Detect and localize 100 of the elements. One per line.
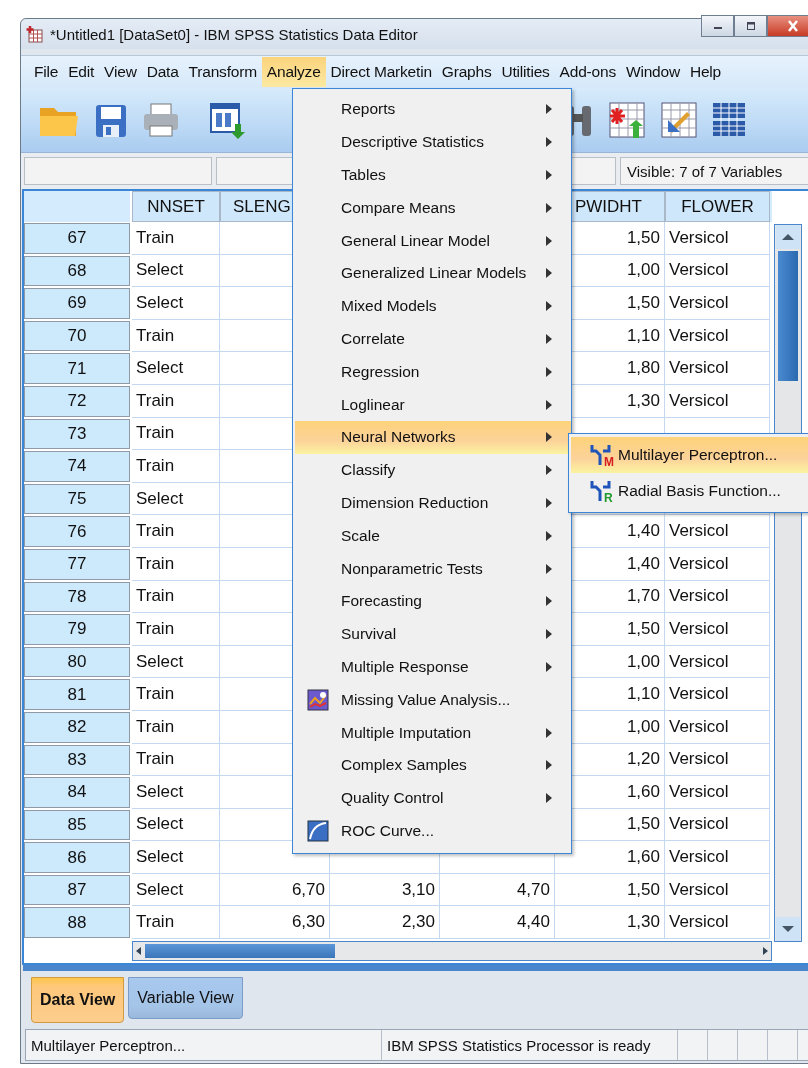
menu-item[interactable]: Graphs [436, 57, 497, 87]
menu-item[interactable]: View [99, 57, 142, 87]
scroll-thumb[interactable] [145, 944, 335, 959]
submenu-arrow-icon [545, 169, 553, 181]
submenu-arrow-icon [545, 365, 553, 378]
table-cell: 6,70 [220, 873, 330, 907]
table-cell: Versicol [665, 808, 770, 842]
row-number[interactable]: 79 [24, 614, 130, 645]
scroll-thumb[interactable] [778, 251, 798, 381]
table-cell: Train [132, 222, 220, 255]
row-number[interactable]: 85 [24, 809, 130, 841]
variables-info: Visible: 7 of 7 Variables [620, 157, 808, 185]
table-cell: Versicol [665, 710, 770, 744]
view-tab[interactable]: Data View [31, 977, 125, 1023]
menu-item[interactable]: Edit [63, 57, 100, 87]
row-number[interactable]: 86 [24, 842, 130, 873]
window-title: *Untitled1 [DataSet0] - IBM SPSS Statistics Data Editor [50, 25, 418, 43]
row-number[interactable]: 81 [24, 679, 130, 710]
table-cell: 4,40 [440, 906, 555, 940]
table-cell: Select [132, 841, 220, 874]
submenu-arrow-icon [545, 562, 553, 575]
table-cell: Versicol [665, 254, 770, 288]
menu-item[interactable]: Analyze [261, 57, 326, 87]
menu-item[interactable]: Add-ons [554, 57, 621, 87]
row-number[interactable]: 84 [24, 777, 130, 808]
column-header[interactable]: FLOWER [665, 191, 770, 222]
maximize-button[interactable] [734, 15, 767, 37]
table-cell: Versicol [665, 841, 770, 874]
table-cell: Versicol [665, 287, 770, 320]
row-number[interactable]: 83 [24, 744, 130, 776]
menu-item[interactable]: Help [684, 57, 726, 87]
column-header[interactable]: NNSET [132, 191, 220, 222]
menu-item[interactable]: Data [141, 57, 184, 87]
menu-item[interactable]: R Radial Basis Function... [571, 473, 808, 509]
menu-item[interactable]: File [29, 57, 64, 87]
dialog-icon[interactable] [207, 100, 247, 140]
row-number[interactable]: 77 [24, 548, 130, 580]
table-cell: Select [132, 254, 220, 288]
app-icon [25, 25, 43, 43]
table-cell: Versicol [665, 352, 770, 385]
row-number[interactable]: 78 [24, 581, 130, 613]
scroll-down-icon[interactable] [776, 917, 800, 941]
menu-item[interactable]: Descriptive Statistics [295, 125, 571, 159]
row-number[interactable]: 72 [24, 385, 130, 417]
submenu-arrow-icon [545, 595, 553, 608]
menu-item[interactable]: Classify [295, 453, 571, 487]
menu-item[interactable]: Transform [183, 57, 262, 87]
maximize-icon [744, 21, 757, 31]
menu-item[interactable]: Window [620, 57, 685, 87]
submenu-arrow-icon [545, 201, 553, 214]
table-cell: Train [132, 678, 220, 711]
table-cell: 6,30 [220, 906, 330, 940]
curve-chart-icon [307, 819, 329, 842]
row-number[interactable]: 68 [24, 255, 130, 287]
row-number[interactable]: 70 [24, 320, 130, 352]
minimize-button[interactable] [701, 15, 734, 37]
row-number[interactable]: 73 [24, 418, 130, 450]
menu-item[interactable]: Utilities [496, 57, 555, 87]
row-number[interactable]: 82 [24, 711, 130, 743]
table-cell: Train [132, 906, 220, 940]
row-number[interactable]: 76 [24, 516, 130, 547]
submenu-arrow-icon [545, 759, 553, 772]
table-cell: Select [132, 352, 220, 385]
submenu-arrow-icon [545, 431, 553, 444]
submenu-arrow-icon [545, 628, 553, 641]
row-number[interactable]: 69 [24, 288, 130, 319]
menu-item[interactable]: Reports [295, 93, 571, 126]
horizontal-scrollbar[interactable] [132, 941, 772, 962]
close-button[interactable] [767, 15, 808, 37]
submenu-arrow-icon [545, 234, 553, 247]
row-number[interactable]: 80 [24, 646, 130, 678]
row-number[interactable]: 74 [24, 451, 130, 482]
scroll-up-icon[interactable] [776, 225, 800, 249]
menu-item[interactable]: Neural Networks [295, 420, 571, 454]
table-star-icon[interactable] [607, 100, 647, 140]
menu-item[interactable]: Direct Marketin [325, 57, 437, 87]
status-text: IBM SPSS Statistics Processor is ready [382, 1030, 678, 1060]
table-pencil-icon[interactable] [659, 100, 699, 140]
table-cell: Select [132, 808, 220, 842]
submenu-arrow-icon [545, 398, 553, 411]
table-cell: Versicol [665, 384, 770, 418]
submenu-arrow-icon [545, 136, 553, 149]
row-number[interactable]: 71 [24, 353, 130, 384]
row-number[interactable]: 67 [24, 223, 130, 254]
table-cell: Versicol [665, 873, 770, 907]
printer-icon[interactable] [141, 100, 181, 140]
view-tab[interactable]: Variable View [128, 977, 243, 1019]
menu-item[interactable]: M Multilayer Perceptron... [571, 437, 808, 473]
table-cell: Train [132, 515, 220, 548]
table-cell: Versicol [665, 613, 770, 646]
row-number[interactable]: 87 [24, 874, 130, 906]
row-number[interactable]: 88 [24, 907, 130, 939]
status-text: Multilayer Perceptron... [26, 1030, 382, 1060]
table-cell: Versicol [665, 678, 770, 711]
table-cell: Versicol [665, 906, 770, 940]
cell-name-field[interactable] [24, 157, 212, 185]
row-number[interactable]: 75 [24, 483, 130, 515]
table-cell: 2,30 [330, 906, 440, 940]
table-cell: Train [132, 743, 220, 777]
menu-item[interactable]: Tables [295, 158, 571, 192]
